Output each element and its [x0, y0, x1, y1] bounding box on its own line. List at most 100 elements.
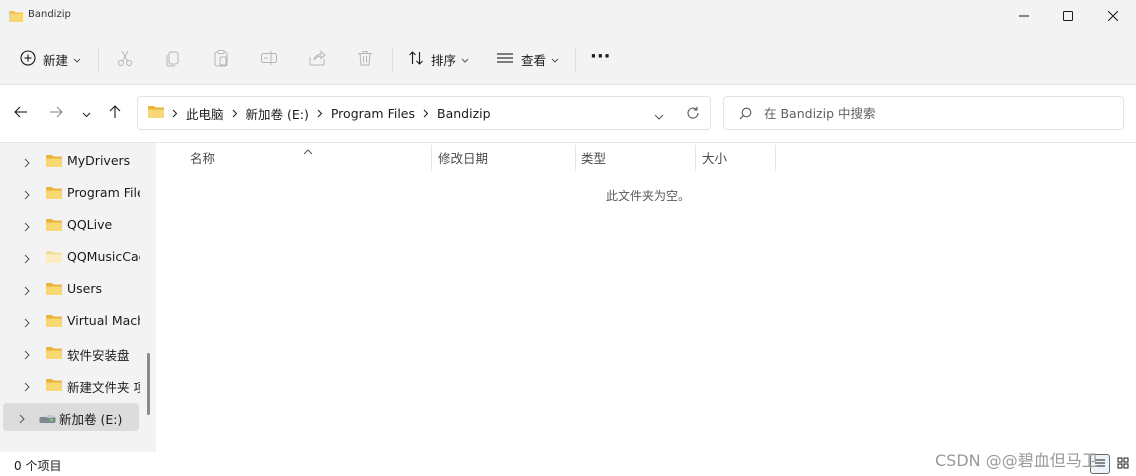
column-divider[interactable] [695, 145, 696, 171]
nav-item-mydrivers[interactable]: MyDrivers [0, 146, 140, 176]
up-button[interactable] [104, 102, 126, 124]
command-bar: 新建 排序 查看 ··· [0, 32, 1136, 85]
folder-icon [46, 378, 62, 394]
drive-icon [39, 413, 56, 428]
folder-icon [46, 186, 62, 202]
breadcrumb-item[interactable]: 新加卷 (E:) [246, 104, 309, 123]
copy-icon [164, 49, 182, 70]
folder-icon [148, 105, 164, 121]
back-button[interactable] [10, 102, 32, 124]
title-bar: Bandizip [0, 0, 1136, 32]
chevron-right-icon [317, 109, 323, 118]
chevron-right-icon[interactable] [19, 412, 25, 427]
folder-icon [46, 314, 62, 330]
breadcrumb: 此电脑 新加卷 (E:) Program Files Bandizip [148, 97, 491, 129]
maximize-icon [1063, 9, 1073, 24]
nav-scrollbar-thumb[interactable] [147, 353, 150, 415]
rename-button[interactable] [260, 45, 278, 73]
window-title: Bandizip [28, 9, 71, 20]
nav-item-label: MyDrivers [67, 153, 131, 168]
close-icon [1107, 9, 1119, 24]
share-button[interactable] [308, 45, 326, 73]
nav-item-qqlive[interactable]: QQLive [0, 210, 140, 240]
nav-item-software-install[interactable]: 软件安装盘 [0, 338, 140, 368]
toolbar-divider [392, 48, 393, 72]
sort-button[interactable]: 排序 [408, 45, 469, 73]
chevron-right-icon[interactable] [24, 348, 30, 363]
column-header-name[interactable]: 名称 [190, 143, 215, 171]
breadcrumb-item[interactable]: 此电脑 [186, 104, 224, 123]
nav-item-label: 新建文件夹 项目 [67, 380, 140, 395]
address-history-chevron-icon[interactable] [654, 109, 664, 124]
column-divider[interactable] [431, 145, 432, 171]
nav-item-virtual-machines[interactable]: Virtual Machines [0, 306, 140, 336]
recent-locations-button[interactable] [75, 102, 97, 124]
view-lines-icon [496, 50, 514, 69]
address-row: 此电脑 新加卷 (E:) Program Files Bandizip [0, 85, 1136, 143]
delete-button[interactable] [356, 45, 374, 73]
forward-button[interactable] [45, 102, 67, 124]
close-button[interactable] [1090, 0, 1136, 32]
tiles-view-button[interactable] [1113, 454, 1133, 474]
chevron-right-icon[interactable] [24, 156, 30, 171]
address-bar[interactable]: 此电脑 新加卷 (E:) Program Files Bandizip [137, 96, 711, 130]
paste-button[interactable] [212, 45, 230, 73]
folder-icon [46, 282, 62, 298]
arrow-left-icon [14, 105, 28, 122]
breadcrumb-item[interactable]: Bandizip [437, 106, 491, 121]
sort-arrows-icon [408, 50, 424, 69]
toolbar-divider [575, 48, 576, 72]
refresh-icon[interactable] [686, 106, 700, 123]
nav-item-program-files[interactable]: Program Files [0, 178, 140, 208]
column-header-type[interactable]: 类型 [581, 143, 606, 171]
column-divider[interactable] [575, 145, 576, 171]
view-button[interactable]: 查看 [496, 45, 559, 73]
nav-item-users[interactable]: Users [0, 274, 140, 304]
chevron-down-icon [82, 106, 91, 121]
chevron-right-icon[interactable] [24, 188, 30, 203]
breadcrumb-item[interactable]: Program Files [331, 106, 415, 121]
folder-icon [9, 10, 23, 25]
share-icon [308, 49, 326, 70]
chevron-right-icon[interactable] [24, 380, 30, 395]
copy-button[interactable] [164, 45, 182, 73]
column-header-size[interactable]: 大小 [702, 143, 727, 171]
file-list: 名称 修改日期 类型 大小 此文件夹为空。 [156, 143, 1136, 457]
chevron-right-icon[interactable] [24, 316, 30, 331]
nav-item-drive-e[interactable]: 新加卷 (E:) [3, 403, 139, 431]
minimize-icon [1019, 9, 1029, 24]
search-box[interactable] [723, 96, 1124, 130]
nav-item-new-folder[interactable]: 新建文件夹 项目 [0, 370, 140, 400]
nav-item-label: Virtual Machines [67, 313, 140, 328]
new-button[interactable]: 新建 [20, 45, 81, 73]
watermark: CSDN @@碧血但马卫 [935, 451, 1098, 470]
chevron-right-icon [232, 109, 238, 118]
item-count: 0 个项目 [14, 459, 62, 473]
new-label: 新建 [43, 52, 69, 68]
column-divider[interactable] [775, 145, 776, 171]
minimize-button[interactable] [1001, 0, 1047, 32]
more-options-button[interactable]: ··· [590, 42, 611, 70]
chevron-right-icon[interactable] [24, 284, 30, 299]
maximize-button[interactable] [1045, 0, 1091, 32]
nav-item-qqmusiccache[interactable]: QQMusicCache [0, 242, 140, 272]
search-input[interactable] [764, 103, 1114, 123]
more-dots-icon: ··· [590, 45, 611, 67]
folder-icon [46, 346, 62, 362]
nav-item-label: QQMusicCache [67, 249, 140, 264]
folder-icon [46, 154, 62, 170]
chevron-right-icon[interactable] [24, 252, 30, 267]
nav-item-label: 软件安装盘 [67, 348, 130, 363]
chevron-right-icon [172, 109, 178, 118]
arrow-right-icon [49, 105, 63, 122]
chevron-down-icon [73, 52, 81, 67]
sort-up-icon [303, 143, 313, 158]
column-header-modified[interactable]: 修改日期 [438, 143, 488, 171]
chevron-right-icon[interactable] [24, 220, 30, 235]
cut-button[interactable] [116, 45, 134, 73]
empty-folder-message: 此文件夹为空。 [606, 189, 691, 203]
trash-icon [356, 49, 374, 70]
clipboard-icon [212, 49, 230, 70]
search-icon [739, 107, 752, 123]
folder-icon [46, 250, 62, 266]
